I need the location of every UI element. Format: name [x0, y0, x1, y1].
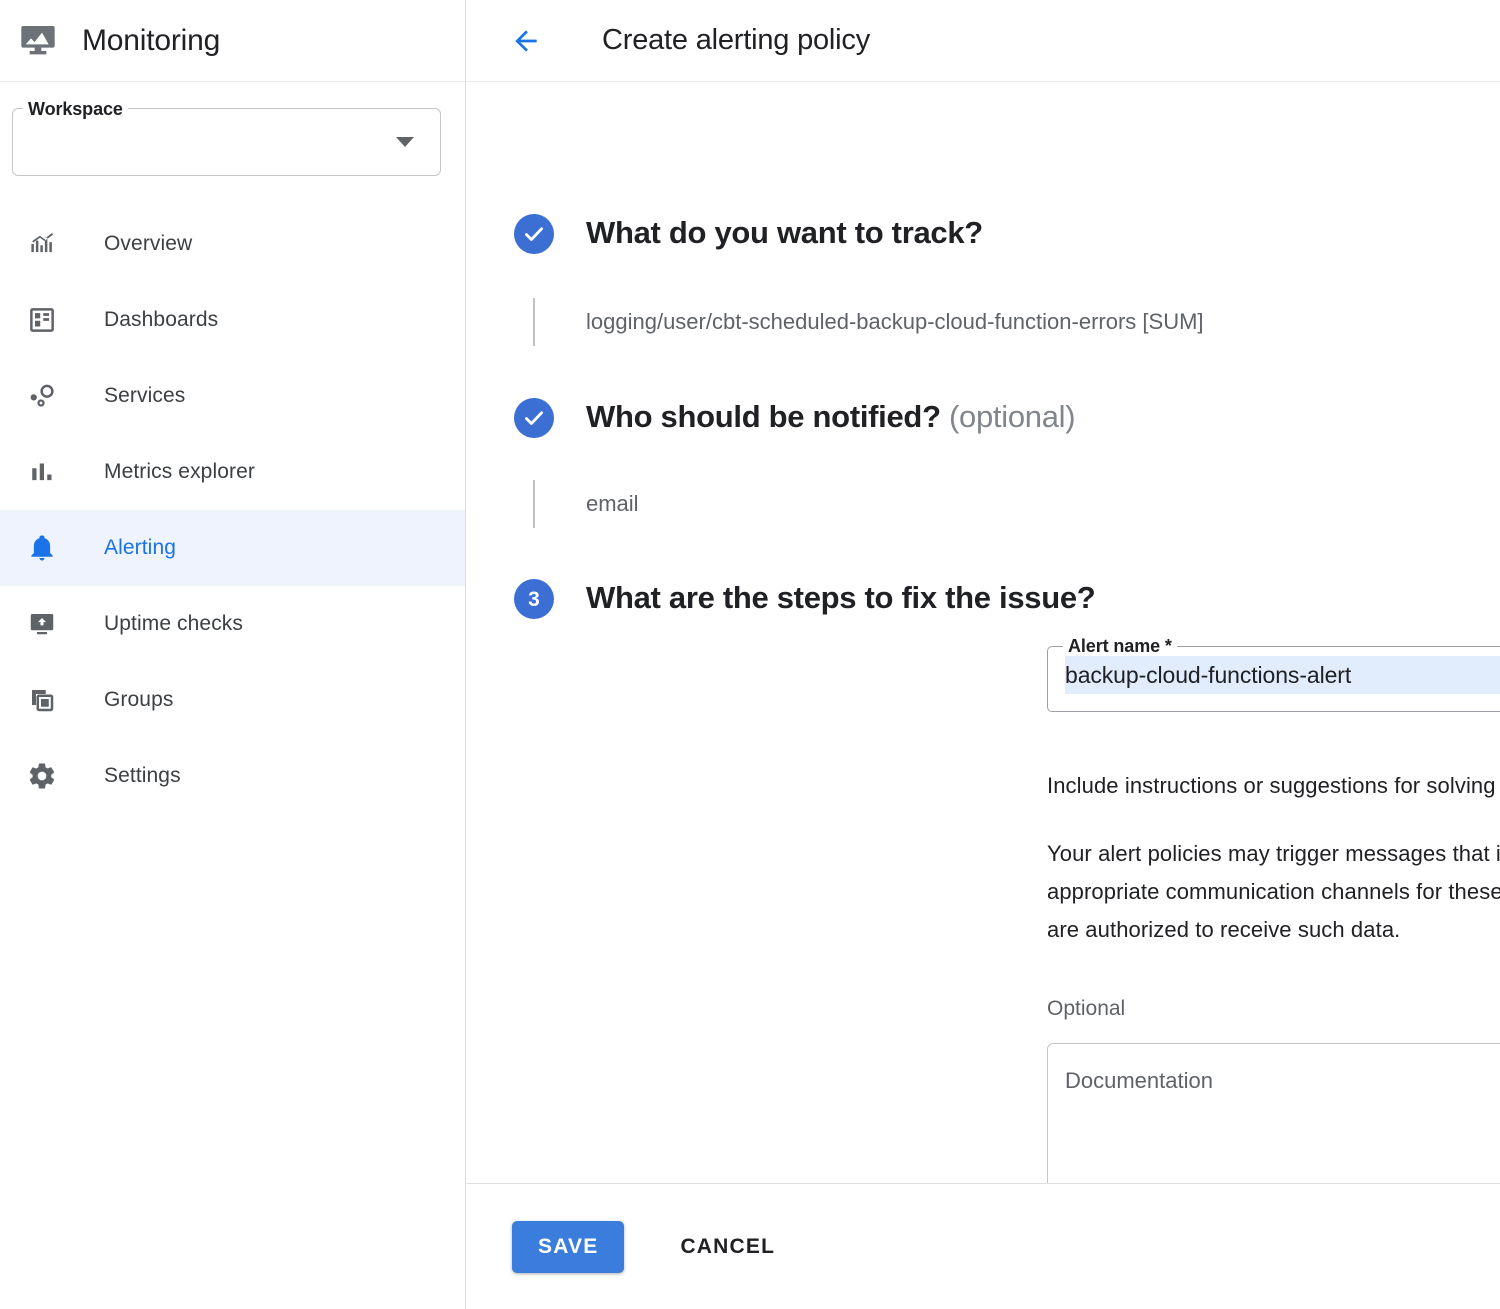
sidebar-item-settings[interactable]: Settings: [0, 738, 465, 814]
step-title: What are the steps to fix the issue?: [586, 580, 1096, 615]
analytics-icon: [22, 229, 62, 259]
sidebar-item-label: Settings: [104, 764, 181, 787]
brand-title: Monitoring: [82, 23, 221, 57]
chevron-down-icon[interactable]: [396, 137, 414, 147]
alert-name-field[interactable]: Alert name * backup-cloud-functions-aler…: [1047, 635, 1500, 712]
step-title-main: Who should be notified?: [586, 399, 941, 434]
workspace-select[interactable]: Workspace: [12, 98, 441, 176]
bell-icon: [22, 533, 62, 563]
sidebar-item-metrics-explorer[interactable]: Metrics explorer: [0, 434, 465, 510]
check-circle-icon: [514, 398, 554, 438]
groups-icon: [22, 685, 62, 715]
main-header: Create alerting policy: [466, 0, 1500, 82]
bar-chart-icon: [22, 457, 62, 487]
step-title: Who should be notified? (optional): [586, 394, 1076, 440]
alert-name-input[interactable]: backup-cloud-functions-alert: [1065, 656, 1500, 694]
main-panel: Create alerting policy What do you want …: [466, 0, 1500, 1309]
step-who-notified[interactable]: Who should be notified? (optional): [466, 346, 1500, 440]
notification-channel-value: email: [586, 491, 639, 516]
sidebar-item-label: Services: [104, 384, 186, 407]
step-connector-line: [514, 480, 554, 528]
save-button[interactable]: SAVE: [512, 1220, 625, 1273]
alert-name-label: Alert name *: [1063, 635, 1177, 657]
sidebar-item-uptime-checks[interactable]: Uptime checks: [0, 586, 465, 662]
sidebar-item-services[interactable]: Services: [0, 358, 465, 434]
metric-value: logging/user/cbt-scheduled-backup-cloud-…: [586, 309, 1204, 334]
step-fix-issue[interactable]: 3 What are the steps to fix the issue?: [466, 528, 1500, 621]
page-title: Create alerting policy: [602, 24, 871, 56]
workspace-label: Workspace: [23, 98, 128, 120]
sidebar-item-label: Metrics explorer: [104, 460, 255, 483]
step-what-to-track-value-row: logging/user/cbt-scheduled-backup-cloud-…: [466, 298, 1500, 346]
sidebar-item-label: Alerting: [104, 536, 177, 559]
step-title: What do you want to track?: [586, 215, 983, 250]
uptime-icon: [22, 609, 62, 639]
step-connector-line: [514, 298, 554, 346]
app-root: Monitoring Workspace Overview Dashboards…: [0, 0, 1500, 1309]
sidebar-item-label: Dashboards: [104, 308, 219, 331]
sidebar-item-alerting[interactable]: Alerting: [0, 510, 465, 586]
gear-icon: [22, 761, 62, 791]
step-number-badge: 3: [514, 579, 554, 619]
action-bar: SAVE CANCEL: [466, 1183, 1500, 1309]
sidebar-item-label: Uptime checks: [104, 612, 244, 635]
sidebar-item-groups[interactable]: Groups: [0, 662, 465, 738]
arrow-left-icon[interactable]: [504, 19, 548, 63]
documentation-placeholder: Documentation: [1065, 1068, 1213, 1093]
step-title-optional: (optional): [949, 399, 1076, 434]
instructions-paragraph: Include instructions or suggestions for …: [1047, 773, 1500, 798]
dashboard-icon: [22, 305, 62, 335]
sidebar-nav: Overview Dashboards Services Metrics exp…: [0, 206, 465, 814]
step3-form-body: Alert name * backup-cloud-functions-aler…: [466, 635, 1500, 1243]
step-what-to-track[interactable]: What do you want to track?: [466, 82, 1500, 256]
workspace-selector-wrap: Workspace: [0, 82, 465, 176]
cancel-button[interactable]: CANCEL: [670, 1221, 785, 1273]
brand-header: Monitoring: [0, 0, 465, 82]
sidebar-item-label: Groups: [104, 688, 174, 711]
check-circle-icon: [514, 214, 554, 254]
sidebar-item-dashboards[interactable]: Dashboards: [0, 282, 465, 358]
sidebar-item-label: Overview: [104, 232, 193, 255]
privacy-paragraph: Your alert policies may trigger messages…: [1047, 841, 1500, 942]
form-content: What do you want to track? logging/user/…: [466, 82, 1500, 1243]
monitor-chart-icon: [16, 19, 60, 63]
optional-label: Optional: [1047, 997, 1126, 1020]
sidebar: Monitoring Workspace Overview Dashboards…: [0, 0, 466, 1309]
step-who-notified-value-row: email: [466, 480, 1500, 528]
sidebar-item-overview[interactable]: Overview: [0, 206, 465, 282]
services-icon: [22, 381, 62, 411]
